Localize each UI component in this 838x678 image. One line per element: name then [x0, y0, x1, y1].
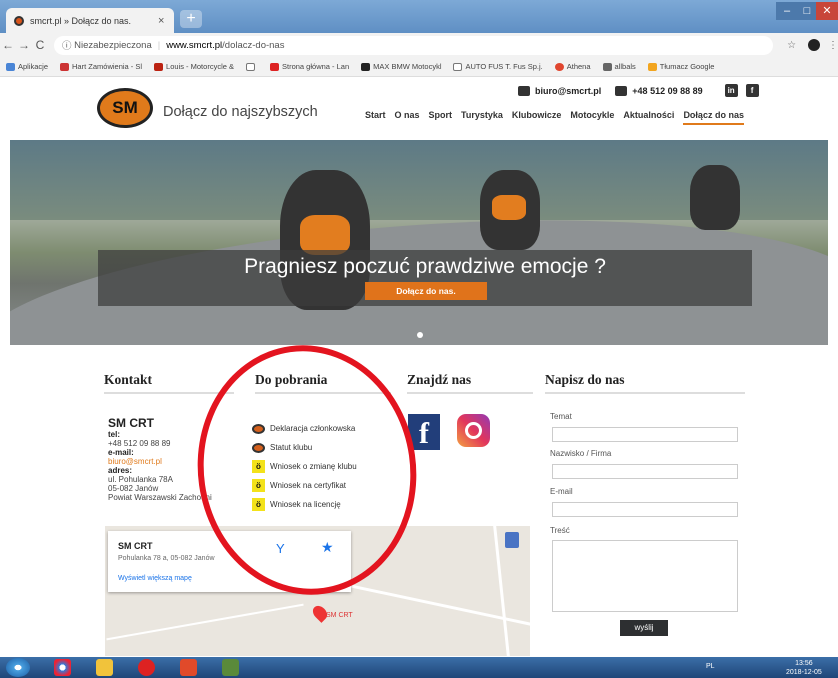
extension-icon[interactable]: [808, 39, 821, 51]
bigger-map-link[interactable]: Wyświetl większą mapę: [118, 575, 192, 582]
browser-tab-bar: smcrt.pl » Dołącz do nas. × + – □ ✕: [0, 0, 838, 33]
explorer-taskbar-icon[interactable]: [96, 659, 113, 676]
bookmark-item[interactable]: Tłumacz Google: [647, 62, 714, 71]
header-phone[interactable]: +48 512 09 88 89: [615, 85, 703, 96]
info-icon[interactable]: ⓘ: [62, 38, 74, 52]
bookmark-item[interactable]: Louis - Motorcycle &: [154, 62, 234, 71]
hero-cta-button[interactable]: Dołącz do nas.: [365, 282, 487, 300]
chrome-taskbar-icon[interactable]: [54, 659, 71, 676]
url-path: /dolacz-do-nas: [222, 39, 285, 51]
url-field[interactable]: ⓘ Niezabezpieczona | www.smcrt.pl /dolac…: [53, 35, 774, 55]
menu-item-sport[interactable]: Sport: [429, 110, 453, 125]
menu-item-motocykle[interactable]: Motocykle: [570, 110, 614, 125]
contact-details: SM CRT tel: +48 512 09 88 89 e-mail: biu…: [108, 416, 212, 503]
new-tab-button[interactable]: +: [180, 10, 202, 28]
insecure-label: Niezabezpieczona: [74, 39, 152, 51]
form-section: Napisz do nas: [545, 372, 745, 394]
site-logo[interactable]: SM: [97, 88, 153, 128]
bookmarks-bar: Aplikacje Hart Zamówienia - Sl Louis - M…: [0, 57, 838, 77]
tab-title: smcrt.pl » Dołącz do nas.: [30, 15, 132, 26]
hero-rider-image: [690, 165, 740, 230]
browser-tab[interactable]: smcrt.pl » Dołącz do nas. ×: [6, 8, 174, 33]
minimize-icon[interactable]: –: [776, 2, 798, 20]
menu-item-turystyka[interactable]: Turystyka: [461, 110, 503, 125]
kontakt-section: Kontakt: [104, 372, 234, 394]
reload-icon[interactable]: C: [32, 38, 48, 52]
bookmark-item[interactable]: Athena: [554, 62, 591, 71]
address-street: ul. Pohulanka 78A: [108, 475, 173, 484]
bookmark-item[interactable]: [246, 62, 258, 71]
email-link[interactable]: biuro@smcrt.pl: [108, 457, 212, 466]
hero-headline: Pragniesz poczuć prawdziwe emocje ?: [244, 255, 606, 278]
contact-name: SM CRT: [108, 416, 154, 430]
site-tagline: Dołącz do najszybszych: [163, 104, 318, 120]
email-label: E-mail: [550, 487, 573, 496]
bookmark-item[interactable]: MAX BMW Motocykl: [361, 62, 441, 71]
close-tab-icon[interactable]: ×: [158, 15, 174, 27]
menu-item-aktualnosci[interactable]: Aktualności: [623, 110, 674, 125]
tel-value[interactable]: +48 512 09 88 89: [108, 439, 212, 448]
app-taskbar-icon[interactable]: [138, 659, 155, 676]
address-bar-row: ← → C ⓘ Niezabezpieczona | www.smcrt.pl …: [0, 33, 838, 57]
nazwisko-label: Nazwisko / Firma: [550, 449, 612, 458]
back-icon[interactable]: ←: [0, 38, 16, 52]
address-county: Powiat Warszawski Zachodni: [108, 493, 212, 502]
hero-banner: Pragniesz poczuć prawdziwe emocje ? Dołą…: [10, 140, 828, 345]
tool-taskbar-icon[interactable]: [222, 659, 239, 676]
email-input[interactable]: [552, 502, 738, 517]
facebook-small-icon[interactable]: f: [745, 84, 759, 97]
bookmark-star-icon[interactable]: ☆: [787, 40, 796, 51]
hero-caption: Pragniesz poczuć prawdziwe emocje ? Dołą…: [98, 250, 752, 306]
form-heading: Napisz do nas: [545, 372, 745, 394]
linkedin-icon[interactable]: in: [724, 84, 738, 97]
menu-kebab-icon[interactable]: ⋮: [828, 40, 838, 51]
bookmark-item[interactable]: Hart Zamówienia - Sl: [60, 62, 142, 71]
url-domain: www.smcrt.pl: [166, 39, 223, 51]
tel-label: tel:: [108, 430, 120, 439]
menu-item-start[interactable]: Start: [365, 110, 386, 125]
tresc-textarea[interactable]: [552, 540, 738, 612]
bookmark-item[interactable]: Aplikacje: [6, 62, 48, 71]
social-section: Znajdź nas: [407, 372, 533, 394]
taskbar-clock[interactable]: 13:56 2018-12-05: [786, 659, 822, 677]
menu-item-o-nas[interactable]: O nas: [395, 110, 420, 125]
forward-icon[interactable]: →: [16, 38, 32, 52]
street-view-icon[interactable]: [505, 532, 519, 548]
address-city: 05-082 Janów: [108, 484, 159, 493]
bookmark-item[interactable]: allbals: [602, 62, 636, 71]
clock-time: 13:56: [795, 660, 813, 667]
mail-icon: [518, 85, 530, 96]
adres-label: adres:: [108, 466, 133, 475]
map-place-address: Pohulanka 78 a, 05-082 Janów: [118, 555, 215, 562]
maximize-icon[interactable]: □: [798, 2, 816, 20]
nazwisko-input[interactable]: [552, 464, 738, 479]
tresc-label: Treść: [550, 526, 570, 535]
slider-dot[interactable]: [417, 332, 423, 338]
menu-item-klubowicze[interactable]: Klubowicze: [512, 110, 562, 125]
tray-language[interactable]: PL: [706, 663, 715, 670]
clock-date: 2018-12-05: [786, 669, 822, 676]
phone-icon: [615, 85, 628, 96]
site-favicon-icon: [14, 15, 24, 26]
hero-rider-image: [480, 170, 540, 250]
main-menu: Start O nas Sport Turystyka Klubowicze M…: [365, 110, 744, 125]
instagram-icon[interactable]: [457, 414, 490, 447]
header-contacts: biuro@smcrt.pl +48 512 09 88 89 in f: [518, 84, 759, 97]
bookmark-item[interactable]: AUTO FUS T. Fus Sp.j.: [453, 62, 543, 71]
temat-input[interactable]: [552, 427, 738, 442]
header-email[interactable]: biuro@smcrt.pl: [518, 85, 601, 96]
temat-label: Temat: [550, 412, 572, 421]
close-window-icon[interactable]: ✕: [816, 2, 838, 20]
menu-item-dolacz[interactable]: Dołącz do nas: [683, 110, 744, 125]
office-taskbar-icon[interactable]: [180, 659, 197, 676]
email-label: e-mail:: [108, 448, 134, 457]
map-place-name: SM CRT: [118, 541, 153, 551]
start-button[interactable]: [6, 658, 30, 677]
map-pin-label: SM CRT: [326, 612, 353, 619]
kontakt-heading: Kontakt: [104, 372, 234, 394]
send-button[interactable]: wyślij: [620, 620, 668, 636]
social-heading: Znajdź nas: [407, 372, 533, 394]
bookmark-item[interactable]: Strona główna - Lan: [270, 62, 349, 71]
